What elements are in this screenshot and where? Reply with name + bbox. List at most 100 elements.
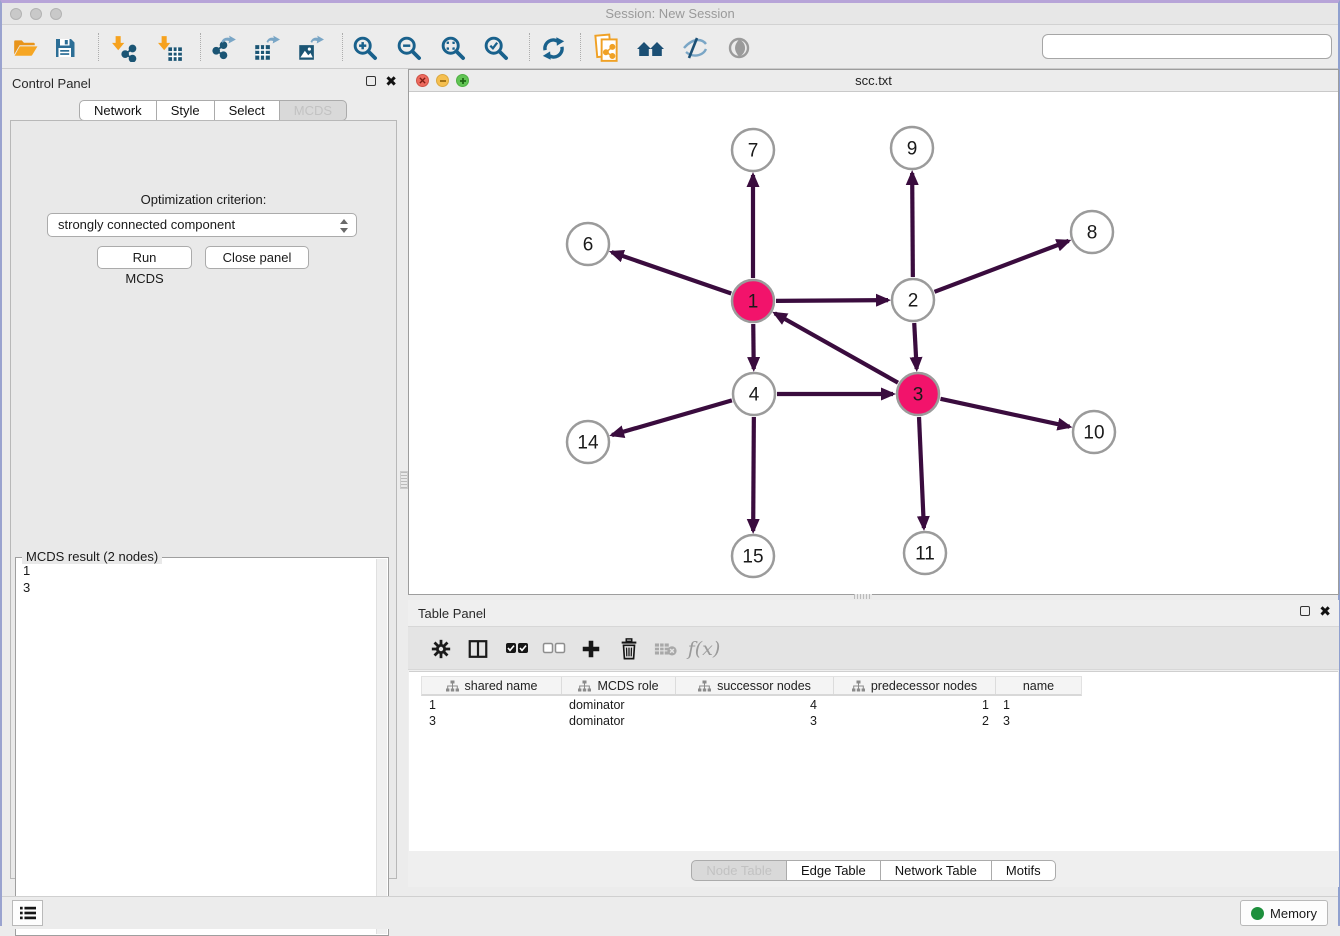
tab-mcds[interactable]: MCDS xyxy=(280,100,347,121)
tab-motifs[interactable]: Motifs xyxy=(992,860,1056,881)
import-network-button[interactable] xyxy=(108,33,138,63)
float-panel-icon[interactable] xyxy=(366,76,376,86)
houses-icon xyxy=(636,36,666,60)
svg-text:8: 8 xyxy=(1087,223,1098,244)
table-row[interactable]: 1dominator411 xyxy=(421,698,1338,714)
network-canvas[interactable]: 7 9 6 8 1 2 4 3 14 10 15 11 xyxy=(409,92,1338,594)
node-2[interactable]: 2 xyxy=(892,279,934,321)
tab-node-table[interactable]: Node Table xyxy=(691,860,787,881)
edge-4-15[interactable] xyxy=(753,417,754,531)
network-window-titlebar: scc.txt xyxy=(409,70,1338,92)
optimization-criterion-select[interactable]: strongly connected component xyxy=(47,213,357,237)
tab-network-table[interactable]: Network Table xyxy=(881,860,992,881)
tab-edge-table[interactable]: Edge Table xyxy=(787,860,881,881)
cell-predecessor-nodes[interactable]: 1 xyxy=(833,698,995,714)
node-10[interactable]: 10 xyxy=(1073,411,1115,453)
node-8[interactable]: 8 xyxy=(1071,211,1113,253)
column-type-icon xyxy=(446,680,459,692)
apply-function-button[interactable]: f(x) xyxy=(689,634,719,664)
vertical-splitter-grip[interactable] xyxy=(400,471,408,489)
export-table-button[interactable] xyxy=(251,33,281,63)
edge-2-8[interactable] xyxy=(935,241,1069,292)
tab-select[interactable]: Select xyxy=(215,100,280,121)
cell-successor-nodes[interactable]: 4 xyxy=(675,698,833,714)
cell-predecessor-nodes[interactable]: 2 xyxy=(833,714,995,730)
node-table[interactable]: shared nameMCDS rolesuccessor nodesprede… xyxy=(409,671,1338,851)
window-titlebar: Session: New Session xyxy=(2,3,1338,25)
zoom-out-button[interactable] xyxy=(394,33,424,63)
show-all-columns-button[interactable] xyxy=(502,634,532,664)
node-1[interactable]: 1 xyxy=(732,280,774,322)
first-neighbors-button[interactable] xyxy=(636,33,666,63)
node-4[interactable]: 4 xyxy=(733,373,775,415)
node-3[interactable]: 3 xyxy=(897,373,939,415)
hide-selected-button[interactable] xyxy=(680,33,710,63)
close-panel-icon[interactable]: ✖ xyxy=(385,76,397,86)
column-header-name[interactable]: name xyxy=(996,677,1081,694)
edge-2-9[interactable] xyxy=(912,173,913,277)
tab-network[interactable]: Network xyxy=(79,100,157,121)
edge-3-10[interactable] xyxy=(940,399,1069,427)
zoom-out-icon xyxy=(396,35,423,62)
zoom-fit-button[interactable] xyxy=(438,33,468,63)
cell-shared-name[interactable]: 3 xyxy=(421,714,561,730)
hide-all-columns-button[interactable] xyxy=(539,634,569,664)
column-header-shared-name[interactable]: shared name xyxy=(422,677,562,694)
edge-4-14[interactable] xyxy=(612,400,732,435)
column-header-MCDS-role[interactable]: MCDS role xyxy=(562,677,676,694)
export-image-button[interactable] xyxy=(295,33,325,63)
delete-table-button[interactable] xyxy=(651,634,681,664)
tab-style[interactable]: Style xyxy=(157,100,215,121)
zoom-in-button[interactable] xyxy=(350,33,380,63)
table-header-row[interactable]: shared nameMCDS rolesuccessor nodesprede… xyxy=(421,676,1082,696)
save-session-button[interactable] xyxy=(50,33,80,63)
node-6[interactable]: 6 xyxy=(567,223,609,265)
control-panel-tabs: Network Style Select MCDS xyxy=(79,100,347,121)
cell-shared-name[interactable]: 1 xyxy=(421,698,561,714)
edge-3-1[interactable] xyxy=(775,313,898,382)
cell-name[interactable]: 3 xyxy=(995,714,1080,730)
table-row[interactable]: 3dominator323 xyxy=(421,714,1338,730)
toolbar-separator xyxy=(200,33,201,61)
network-graph[interactable]: 7 9 6 8 1 2 4 3 14 10 15 11 xyxy=(409,92,1338,594)
delete-column-button[interactable] xyxy=(614,634,644,664)
edge-3-11[interactable] xyxy=(919,417,924,528)
node-14[interactable]: 14 xyxy=(567,421,609,463)
node-15[interactable]: 15 xyxy=(732,535,774,577)
zoom-selected-button[interactable] xyxy=(481,33,511,63)
edge-1-2[interactable] xyxy=(776,300,888,301)
create-column-button[interactable] xyxy=(576,634,606,664)
export-network-button[interactable] xyxy=(208,33,238,63)
search-input[interactable] xyxy=(1042,34,1332,59)
toolbar-separator xyxy=(98,33,99,61)
refresh-button[interactable] xyxy=(538,33,568,63)
memory-button[interactable]: Memory xyxy=(1240,900,1328,926)
mcds-result-scrollbar[interactable] xyxy=(376,559,387,934)
node-7[interactable]: 7 xyxy=(732,129,774,171)
column-header-predecessor-nodes[interactable]: predecessor nodes xyxy=(834,677,996,694)
table-settings-button[interactable] xyxy=(426,634,456,664)
table-body[interactable]: 1dominator4113dominator323 xyxy=(421,698,1338,730)
node-11[interactable]: 11 xyxy=(904,532,946,574)
mcds-result-text[interactable]: 1 3 xyxy=(18,562,375,933)
run-mcds-button[interactable]: Run MCDS xyxy=(97,246,192,269)
show-hidden-button[interactable] xyxy=(724,33,754,63)
column-header-successor-nodes[interactable]: successor nodes xyxy=(676,677,834,694)
close-table-panel-icon[interactable]: ✖ xyxy=(1319,606,1331,616)
cell-MCDS-role[interactable]: dominator xyxy=(561,698,675,714)
split-view-icon xyxy=(467,638,489,660)
show-panels-button[interactable] xyxy=(12,900,43,926)
cell-successor-nodes[interactable]: 3 xyxy=(675,714,833,730)
horizontal-splitter-grip[interactable] xyxy=(854,594,872,599)
edge-1-6[interactable] xyxy=(612,252,732,293)
split-table-view-button[interactable] xyxy=(463,634,493,664)
cell-name[interactable]: 1 xyxy=(995,698,1080,714)
node-9[interactable]: 9 xyxy=(891,127,933,169)
import-table-button[interactable] xyxy=(154,33,184,63)
clone-network-button[interactable] xyxy=(592,33,622,63)
edge-2-3[interactable] xyxy=(914,323,916,369)
close-panel-button[interactable]: Close panel xyxy=(205,246,309,269)
open-session-button[interactable] xyxy=(10,33,40,63)
float-table-panel-icon[interactable] xyxy=(1300,606,1310,616)
cell-MCDS-role[interactable]: dominator xyxy=(561,714,675,730)
